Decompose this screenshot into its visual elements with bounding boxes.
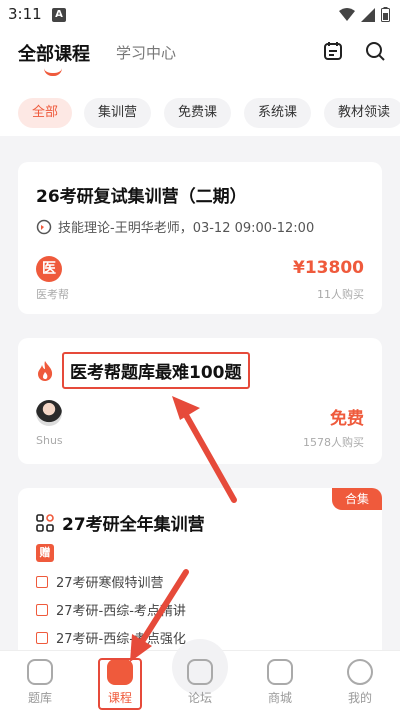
tab-indicator (44, 68, 62, 76)
collection-badge: 合集 (332, 488, 382, 510)
highlight-box (98, 658, 142, 710)
nav-profile[interactable]: 我的 (330, 659, 390, 706)
search-icon[interactable] (364, 40, 386, 62)
wifi-icon (339, 7, 355, 21)
chip-textbook-reading[interactable]: 教材领读 (324, 98, 400, 128)
notification-icon: A (52, 8, 66, 22)
course-card[interactable]: 26考研复试集训营（二期） 技能理论-王明华老师，03-12 09:00-12:… (18, 162, 382, 314)
battery-icon (381, 7, 390, 22)
course-card[interactable]: 医考帮题库最难100题 Shus 免费 1578人购买 (18, 338, 382, 464)
chip-all[interactable]: 全部 (18, 98, 73, 128)
nav-icons (322, 40, 386, 62)
list-item[interactable]: 27考研-西综-考点精讲 (36, 600, 186, 619)
nav-forum[interactable]: 论坛 (170, 659, 230, 706)
top-nav: 全部课程 学习中心 (0, 30, 400, 90)
chip-system-course[interactable]: 系统课 (244, 98, 312, 128)
course-title: 27考研全年集训营 (62, 515, 205, 535)
calendar-icon[interactable] (322, 40, 344, 62)
shop-icon (267, 659, 293, 685)
grid-icon (36, 514, 54, 532)
tab-all-courses[interactable]: 全部课程 (18, 40, 90, 66)
brand-name: 医考帮 (36, 288, 69, 301)
live-clock-icon (36, 219, 52, 234)
status-icons (339, 7, 390, 22)
document-icon (36, 631, 48, 644)
status-time: 3:11 (8, 5, 42, 23)
author-name: Shus (36, 434, 63, 447)
forum-icon (187, 659, 213, 685)
filter-chips: 全部 集训营 免费课 系统课 教材领读 (0, 90, 400, 136)
status-bar: 3:11 A (0, 0, 400, 30)
chip-training-camp[interactable]: 集训营 (84, 98, 152, 128)
tab-learning-center[interactable]: 学习中心 (116, 42, 176, 63)
highlight-box: 医考帮题库最难100题 (62, 352, 250, 389)
buyer-count: 11人购买 (317, 288, 364, 301)
bottom-nav: 题库 课程 论坛 商城 我的 (0, 639, 400, 711)
course-title: 医考帮题库最难100题 (70, 363, 242, 383)
flame-icon (38, 361, 53, 381)
nav-question-bank[interactable]: 题库 (10, 659, 70, 706)
gift-badge: 赠 (36, 544, 54, 562)
buyer-count: 1578人购买 (303, 436, 364, 449)
course-price: ¥13800 (293, 258, 364, 278)
question-bank-icon (27, 659, 53, 685)
chip-free-course[interactable]: 免费课 (164, 98, 232, 128)
signal-icon (361, 7, 375, 22)
nav-shop[interactable]: 商城 (250, 659, 310, 706)
brand-logo: 医 (36, 256, 62, 282)
course-schedule: 技能理论-王明华老师，03-12 09:00-12:00 (36, 217, 314, 236)
calendar-icon (36, 575, 48, 588)
list-item[interactable]: 27考研-西综-考点强化 (36, 628, 186, 647)
audio-icon (36, 603, 48, 616)
course-price: 免费 (330, 409, 364, 429)
avatar (36, 400, 62, 426)
schedule-text: 技能理论-王明华老师，03-12 09:00-12:00 (58, 221, 315, 236)
list-item[interactable]: 27考研寒假特训营 (36, 572, 164, 591)
profile-icon (347, 659, 373, 685)
course-title: 26考研复试集训营（二期） (36, 187, 247, 207)
